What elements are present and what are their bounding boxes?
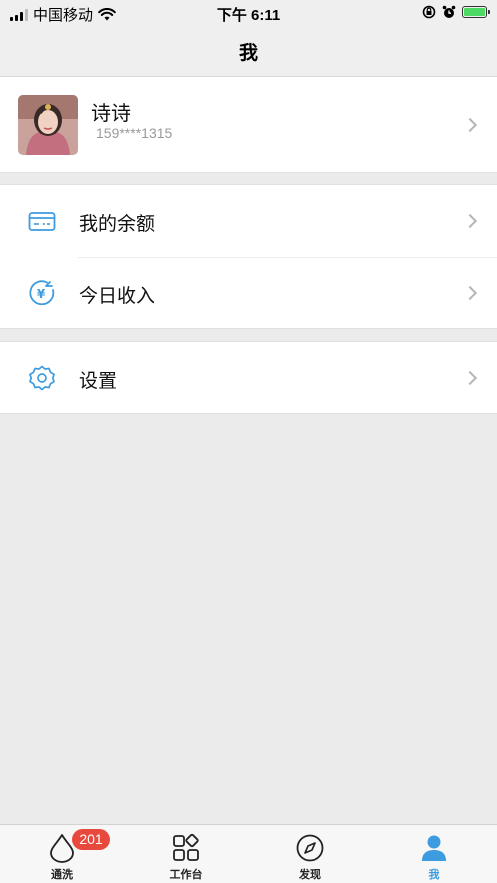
tab-label: 发现 xyxy=(299,869,321,881)
compass-icon xyxy=(296,834,324,862)
chevron-right-icon xyxy=(462,285,478,301)
chevron-right-icon xyxy=(462,213,478,229)
chevron-right-icon xyxy=(462,117,478,133)
menu-group-finance: 我的余额 ¥ 今日收入 xyxy=(0,184,497,329)
alarm-icon xyxy=(442,5,456,18)
tab-bar: 201 通洗 工作台 发现 我 xyxy=(0,824,497,883)
status-bar: 中国移动 下午 6:11 xyxy=(0,0,497,26)
battery-icon xyxy=(462,6,490,18)
grid-icon xyxy=(173,833,199,861)
tab-workbench[interactable]: 工作台 xyxy=(124,825,248,883)
status-right xyxy=(422,5,490,19)
tab-label: 我 xyxy=(428,869,440,881)
chevron-right-icon xyxy=(462,370,478,386)
svg-text:¥: ¥ xyxy=(37,287,46,301)
profile-phone: 159****1315 xyxy=(96,125,173,141)
rotation-lock-icon xyxy=(422,5,436,19)
person-icon xyxy=(422,835,446,861)
nav-bar: 我 xyxy=(0,26,497,77)
app-screen: 中国移动 下午 6:11 我 诗诗 159****1315 我的余额 ¥ 今日收… xyxy=(0,0,497,883)
notification-badge: 201 xyxy=(72,829,110,850)
income-icon: ¥ xyxy=(29,280,55,306)
menu-item-settings[interactable]: 设置 xyxy=(0,342,497,414)
avatar-image xyxy=(18,95,78,155)
menu-item-income-label: 今日收入 xyxy=(79,286,156,307)
tab-label: 通洗 xyxy=(51,869,73,881)
gear-icon xyxy=(29,365,55,391)
menu-group-settings: 设置 xyxy=(0,341,497,414)
tab-discover[interactable]: 发现 xyxy=(248,825,372,883)
card-icon xyxy=(28,212,56,231)
menu-item-income[interactable]: ¥ 今日收入 xyxy=(0,257,497,329)
avatar xyxy=(18,95,78,155)
menu-item-balance[interactable]: 我的余额 xyxy=(0,185,497,257)
tab-me[interactable]: 我 xyxy=(372,825,496,883)
tab-tongxi[interactable]: 201 通洗 xyxy=(0,825,124,883)
tab-label: 工作台 xyxy=(169,869,203,881)
page-title: 我 xyxy=(238,42,258,64)
profile-card[interactable]: 诗诗 159****1315 xyxy=(0,77,497,173)
menu-item-settings-label: 设置 xyxy=(79,371,118,392)
profile-name: 诗诗 xyxy=(91,103,131,125)
menu-item-balance-label: 我的余额 xyxy=(79,214,156,235)
